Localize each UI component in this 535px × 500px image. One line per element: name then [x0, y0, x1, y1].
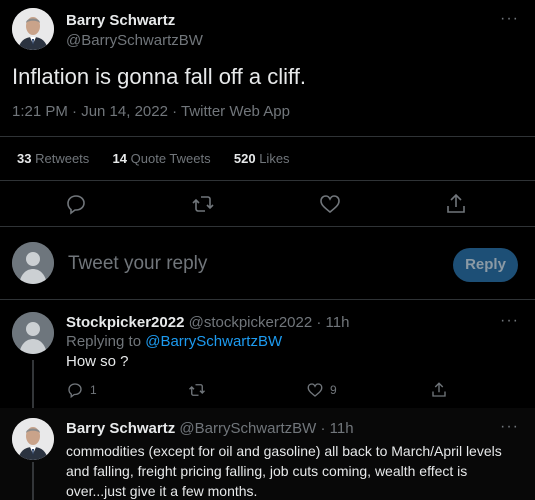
divider	[0, 136, 535, 137]
reply-button[interactable]: Reply	[453, 248, 518, 282]
reply-icon[interactable]	[64, 192, 88, 216]
reply-tweet[interactable]: Stockpicker2022 @stockpicker2022 · 11h ·…	[0, 300, 535, 408]
replying-to: Replying to @BarrySchwartzBW	[66, 333, 283, 350]
share-action[interactable]	[430, 380, 448, 400]
default-avatar-icon	[12, 242, 54, 284]
reply-tweet[interactable]: Barry Schwartz @BarrySchwartzBW · 11h ··…	[0, 408, 535, 500]
like-count: 9	[330, 383, 337, 397]
like-action[interactable]: 9	[306, 380, 337, 400]
reply-text: commodities (except for oil and gasoline…	[66, 443, 502, 499]
reply-actions: 1 9	[66, 380, 476, 402]
reply-composer: Tweet your reply Reply	[0, 236, 535, 292]
more-options-icon[interactable]: ···	[500, 312, 519, 330]
author-handle[interactable]: @BarrySchwartzBW	[179, 420, 316, 437]
divider	[0, 226, 535, 227]
tweet-thread-page: Barry Schwartz @BarrySchwartzBW ··· Infl…	[0, 0, 535, 500]
retweet-icon	[189, 384, 205, 396]
user-avatar[interactable]	[12, 242, 54, 284]
author-handle[interactable]: @BarrySchwartzBW	[66, 32, 203, 49]
likes-stat[interactable]: 520 Likes	[234, 151, 290, 166]
retweet-action[interactable]	[188, 380, 206, 400]
author-handle[interactable]: @stockpicker2022	[189, 314, 313, 331]
reply-header: Stockpicker2022 @stockpicker2022 · 11h	[66, 314, 349, 331]
default-avatar-icon	[12, 312, 54, 354]
divider	[0, 180, 535, 181]
reply-input[interactable]: Tweet your reply	[68, 253, 207, 275]
author-name[interactable]: Barry Schwartz	[66, 420, 175, 437]
share-icon[interactable]	[444, 192, 468, 216]
author-name[interactable]: Stockpicker2022	[66, 314, 184, 331]
share-icon	[432, 382, 446, 397]
reply-icon	[68, 383, 82, 399]
main-tweet-header: Barry Schwartz @BarrySchwartzBW ···	[12, 4, 523, 52]
tweet-text: Inflation is gonna fall off a cliff.	[12, 64, 306, 89]
quote-tweets-stat[interactable]: 14 Quote Tweets	[113, 151, 211, 166]
avatar[interactable]	[12, 312, 54, 354]
reply-count: 1	[90, 383, 97, 397]
author-photo	[12, 8, 54, 50]
tweet-stats: 33 Retweets 14 Quote Tweets 520 Likes	[17, 151, 290, 166]
avatar[interactable]	[12, 8, 54, 50]
more-options-icon[interactable]: ···	[500, 418, 519, 436]
like-icon	[307, 383, 323, 397]
retweet-icon[interactable]	[191, 192, 215, 216]
tweet-meta[interactable]: 1:21 PM · Jun 14, 2022 · Twitter Web App	[12, 103, 290, 120]
author-name[interactable]: Barry Schwartz	[66, 12, 175, 29]
reply-header: Barry Schwartz @BarrySchwartzBW · 11h	[66, 420, 354, 437]
thread-line	[32, 462, 34, 500]
tweet-actions	[0, 188, 535, 222]
tweet-time[interactable]: · 11h	[316, 314, 349, 331]
reply-text: How so ?	[66, 353, 129, 370]
like-icon[interactable]	[318, 192, 342, 216]
author-photo	[12, 418, 54, 460]
more-options-icon[interactable]: ···	[500, 10, 519, 28]
retweets-stat[interactable]: 33 Retweets	[17, 151, 89, 166]
reply-action[interactable]: 1	[66, 380, 97, 400]
avatar[interactable]	[12, 418, 54, 460]
thread-line	[32, 360, 34, 408]
tweet-time[interactable]: · 11h	[320, 420, 353, 437]
replying-to-link[interactable]: @BarrySchwartzBW	[145, 333, 282, 350]
